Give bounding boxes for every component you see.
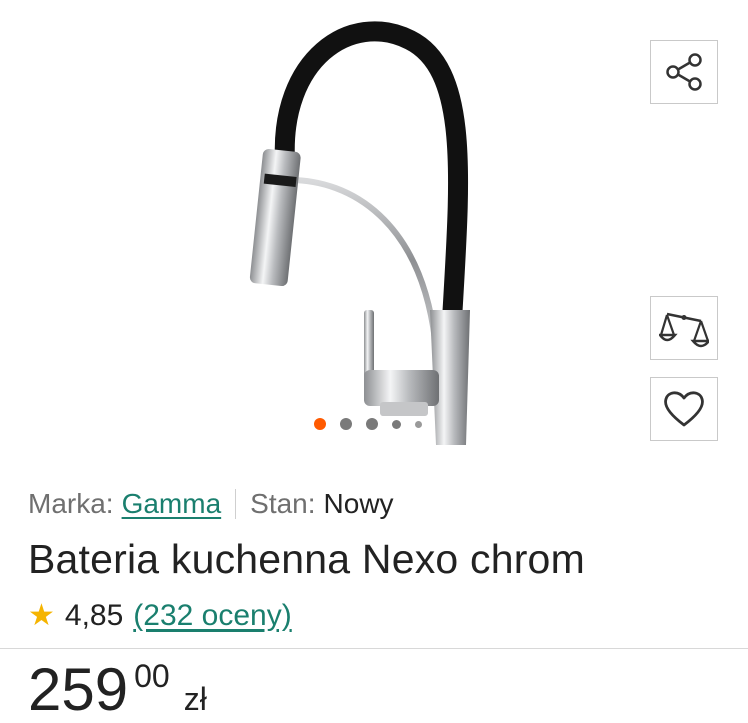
product-gallery[interactable] — [0, 0, 748, 470]
star-icon: ★ — [28, 599, 55, 632]
price-cents: 00 — [134, 658, 170, 694]
gallery-dot[interactable] — [392, 419, 401, 429]
product-meta: Marka: Gamma Stan: Nowy — [28, 488, 394, 520]
gallery-pagination — [314, 418, 422, 430]
price-currency: zł — [183, 681, 207, 717]
scales-icon — [659, 312, 709, 348]
product-image[interactable] — [230, 20, 510, 460]
meta-divider — [235, 489, 237, 519]
heart-icon — [664, 391, 704, 427]
gallery-dot[interactable] — [415, 420, 422, 428]
gallery-dot[interactable] — [340, 418, 352, 430]
brand-label: Marka: — [28, 488, 114, 519]
wishlist-button[interactable] — [650, 377, 718, 441]
share-icon — [666, 53, 702, 91]
share-button[interactable] — [650, 40, 718, 104]
product-price: 259 00zł — [28, 660, 207, 720]
condition-label: Stan: — [250, 488, 316, 519]
product-rating: ★ 4,85 (232 oceny) — [28, 598, 292, 633]
compare-button[interactable] — [650, 296, 718, 360]
rating-count-link[interactable]: (232 oceny) — [133, 599, 291, 633]
price-main: 259 — [28, 656, 129, 723]
condition-value: Nowy — [323, 488, 394, 519]
section-divider — [0, 648, 748, 649]
product-title: Bateria kuchenna Nexo chrom — [28, 536, 585, 582]
gallery-dot[interactable] — [366, 418, 378, 430]
brand-link[interactable]: Gamma — [122, 488, 222, 520]
rating-value: 4,85 — [64, 598, 124, 632]
gallery-dot-active[interactable] — [314, 418, 326, 430]
